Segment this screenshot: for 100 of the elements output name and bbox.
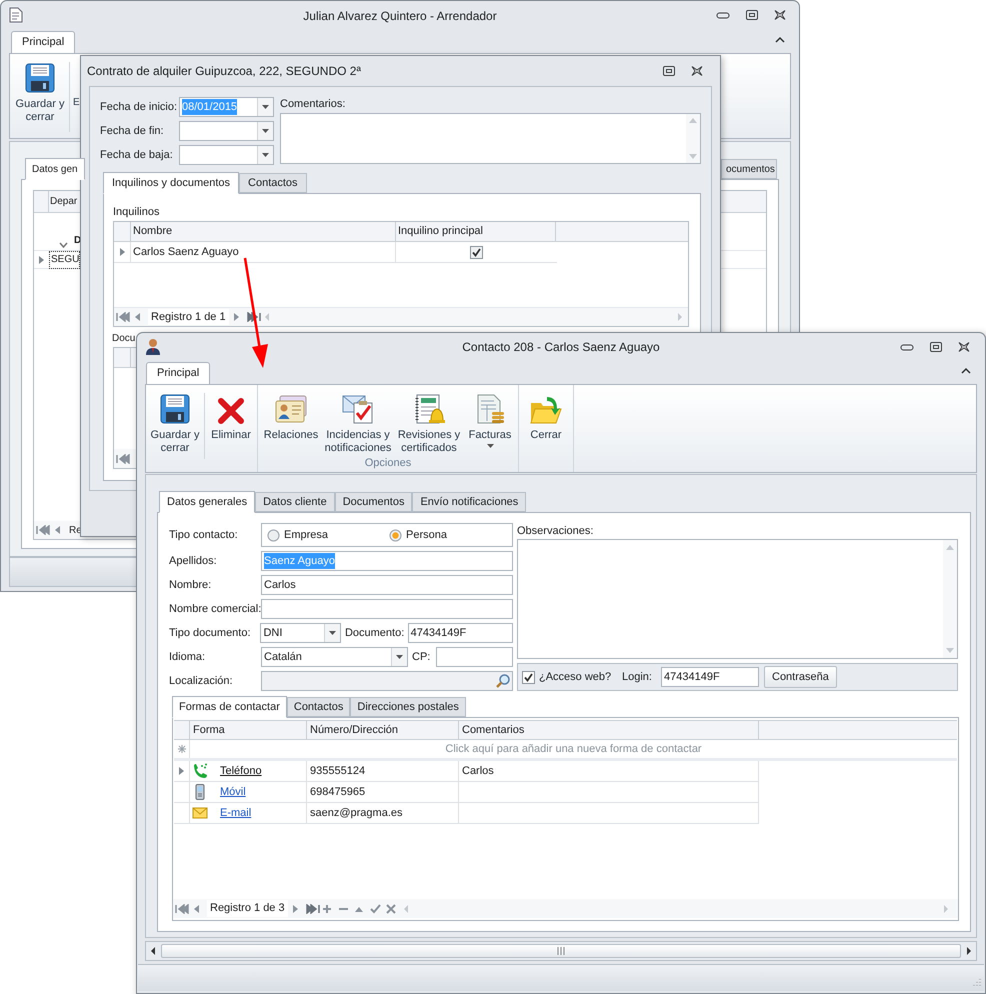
section-title: Inquilinos <box>113 205 160 220</box>
tab[interactable]: Inquilinos y documentos <box>103 172 240 194</box>
checkbox[interactable]: ¿Acceso web? <box>522 668 618 686</box>
scroll-down-icon[interactable] <box>689 154 697 159</box>
x-icon <box>217 397 245 425</box>
dropdown-field[interactable]: Catalán <box>261 647 408 667</box>
maximize-button[interactable] <box>662 65 676 77</box>
tab[interactable]: ocumentos <box>721 159 777 179</box>
text-field[interactable]: Carlos <box>261 575 513 595</box>
field-label: Nombre comercial: <box>169 602 261 617</box>
field-label: CP: <box>412 650 432 665</box>
window-title: Julian Alvarez Quintero - Arrendador <box>303 8 497 25</box>
pager-text: Registro 1 de 3 <box>207 900 288 917</box>
scroll-up-icon[interactable] <box>689 118 697 123</box>
ribbon-tab[interactable]: Principal <box>146 362 210 384</box>
phone-icon <box>192 763 208 779</box>
field-label: Apellidos: <box>169 554 218 569</box>
close-button[interactable] <box>773 9 787 21</box>
caret-icon <box>328 631 336 635</box>
table-cell: Carlos Saenz Aguayo <box>131 242 396 262</box>
minimize-button[interactable] <box>715 10 731 20</box>
tab[interactable]: Documentos <box>334 492 412 512</box>
section-title: Docu <box>112 332 136 346</box>
table-cell: 698475965 <box>307 782 459 802</box>
collapse-ribbon-icon[interactable] <box>775 36 785 43</box>
scroll-down-icon[interactable] <box>946 648 954 653</box>
chevron-icon[interactable] <box>59 242 68 248</box>
last-record-icon[interactable] <box>306 904 320 914</box>
field-label: Idioma: <box>169 650 206 665</box>
ribbon-button[interactable]: Guardar y cerrar <box>14 54 66 124</box>
id-card-icon <box>274 393 308 425</box>
ribbon-button[interactable]: Relaciones <box>260 385 322 455</box>
dropdown-field[interactable]: DNI <box>260 623 341 643</box>
tab[interactable]: Contactos <box>239 173 307 193</box>
first-record-icon[interactable] <box>116 454 130 464</box>
field-label: Fecha de inicio: <box>100 100 178 115</box>
notebook-bell-icon <box>413 393 445 425</box>
caret-icon <box>262 105 269 109</box>
column-header[interactable]: Depar <box>49 191 78 212</box>
maximize-button[interactable] <box>929 341 943 353</box>
link[interactable]: Móvil <box>220 784 246 800</box>
column-header[interactable]: Nombre <box>131 222 396 241</box>
date-field[interactable] <box>179 121 274 141</box>
field-label: Localización: <box>169 674 234 689</box>
scroll-left-icon[interactable] <box>149 946 157 956</box>
link[interactable]: Teléfono <box>220 762 262 780</box>
ribbon-button[interactable]: Cerrar <box>521 385 571 472</box>
caret-icon <box>262 153 269 157</box>
caret-icon <box>262 129 269 133</box>
text-field[interactable]: 47434149F <box>661 667 759 687</box>
tab[interactable]: Contactos <box>286 697 350 717</box>
column-header[interactable]: Número/Dirección <box>307 721 459 739</box>
link[interactable]: E-mail <box>220 804 252 822</box>
field-label: Fecha de baja: <box>100 148 174 163</box>
field-label: Comentarios: <box>280 97 346 112</box>
scroll-right-icon[interactable] <box>965 946 973 956</box>
tab[interactable]: Envío notificaciones <box>412 492 526 512</box>
first-record-icon[interactable] <box>36 525 50 535</box>
ribbon-button[interactable]: Facturas <box>464 385 516 455</box>
scroll-up-icon[interactable] <box>946 545 954 550</box>
text-field[interactable] <box>261 599 513 619</box>
text-field[interactable] <box>436 647 513 667</box>
ribbon-button[interactable]: Guardar y cerrar <box>148 385 202 472</box>
ribbon-button[interactable]: Incidencias y notificaciones <box>322 385 394 455</box>
ribbon-tab[interactable]: Principal <box>11 31 76 53</box>
group-label: Opciones <box>364 456 412 471</box>
ribbon-button[interactable]: Eliminar <box>207 385 255 472</box>
ribbon-button[interactable]: E <box>73 96 80 109</box>
field-label: Login: <box>622 670 653 685</box>
tab[interactable]: Formas de contactar <box>172 696 287 718</box>
close-button[interactable] <box>690 65 704 77</box>
tab[interactable]: Datos gen <box>25 158 85 180</box>
close-button[interactable] <box>957 341 971 353</box>
column-header[interactable]: Inquilino principal <box>396 222 556 241</box>
ribbon-button[interactable]: Revisiones y certificados <box>394 385 464 455</box>
radio-button[interactable]: Empresa <box>267 526 389 544</box>
horizontal-scrollbar[interactable] <box>145 941 977 961</box>
notes-field[interactable] <box>517 539 958 659</box>
window-title: Contrato de alquiler Guipuzcoa, 222, SEGUNDO 2ª <box>87 63 361 80</box>
table-cell: 935555124 <box>307 761 459 781</box>
tab[interactable]: Datos generales <box>159 491 256 513</box>
date-field[interactable] <box>179 145 274 165</box>
maximize-button[interactable] <box>745 9 759 21</box>
password-button[interactable]: Contraseña <box>764 666 837 688</box>
text-field[interactable]: 47434149F <box>408 623 513 643</box>
table-cell: Carlos <box>459 761 759 781</box>
radio-button[interactable]: Persona <box>389 526 511 544</box>
minimize-button[interactable] <box>899 342 915 352</box>
table-cell: saenz@pragma.es <box>307 803 459 823</box>
resize-grip-icon[interactable] <box>971 978 981 988</box>
first-record-icon[interactable] <box>175 904 189 914</box>
column-header[interactable]: Forma <box>190 721 307 739</box>
first-record-icon[interactable] <box>116 312 130 322</box>
checkbox[interactable] <box>470 246 482 258</box>
last-record-icon[interactable] <box>246 312 261 322</box>
column-header[interactable]: Comentarios <box>459 721 759 739</box>
comments-field[interactable] <box>280 113 701 164</box>
tab[interactable]: Direcciones postales <box>350 697 466 717</box>
tab[interactable]: Datos cliente <box>255 492 335 512</box>
collapse-ribbon-icon[interactable] <box>961 367 971 374</box>
